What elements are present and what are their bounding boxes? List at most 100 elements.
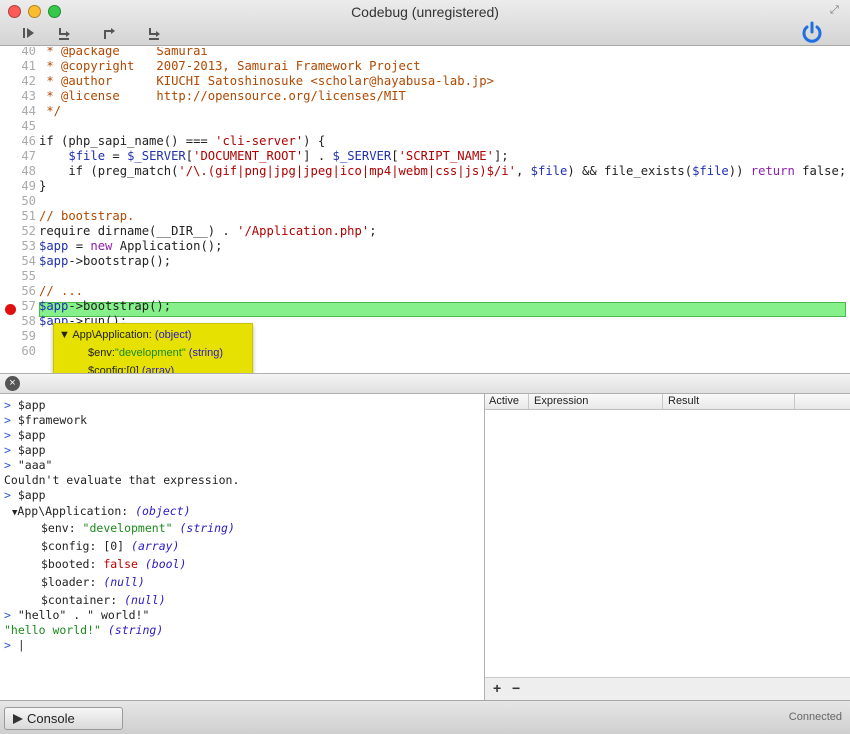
code-line[interactable]: 44 */	[0, 104, 850, 119]
line-number[interactable]: 55	[21, 269, 36, 283]
code-text: $app->bootstrap();	[39, 254, 172, 268]
line-number[interactable]: 50	[21, 194, 36, 208]
step-out-icon	[104, 28, 115, 39]
console-result: "hello world!" (string)	[4, 623, 164, 637]
line-number[interactable]: 59	[21, 329, 36, 343]
step-out-button[interactable]	[98, 22, 120, 44]
console-line: > "aaa"	[4, 458, 53, 472]
code-text: $file = $_SERVER['DOCUMENT_ROOT'] . $_SE…	[68, 149, 509, 163]
app-window: Codebug (unregistered) ⤢ 40 * @package S…	[0, 0, 850, 734]
code-text: * @license http://opensource.org/license…	[39, 89, 406, 103]
code-line[interactable]: 42 * @author KIUCHI Satoshinosuke <schol…	[0, 74, 850, 89]
line-number[interactable]: 58	[21, 314, 36, 328]
code-text: if (preg_match('/\.(gif|png|jpg|jpeg|ico…	[39, 164, 847, 178]
remove-watch-button[interactable]: −	[512, 680, 520, 696]
code-text: // bootstrap.	[39, 209, 135, 223]
console-object-prop: $booted: false (bool)	[41, 557, 187, 571]
code-line[interactable]: 40 * @package Samurai	[0, 47, 850, 59]
column-result[interactable]: Result	[668, 395, 699, 407]
line-number[interactable]: 52	[21, 224, 36, 238]
code-line[interactable]: 57 $app->bootstrap();	[0, 299, 850, 314]
step-over-button[interactable]	[53, 22, 75, 44]
line-number[interactable]: 42	[21, 74, 36, 88]
console-line: > $app	[4, 428, 46, 442]
code-line[interactable]: 52 require dirname(__DIR__) . '/Applicati…	[0, 224, 850, 239]
code-text: if (php_sapi_name() === 'cli-server') {	[39, 134, 326, 148]
column-expression[interactable]: Expression	[534, 395, 588, 407]
title-bar: Codebug (unregistered) ⤢	[0, 0, 850, 46]
line-number[interactable]: 47	[21, 149, 36, 163]
line-number[interactable]: 60	[21, 344, 36, 358]
code-text: $app->bootstrap();	[39, 299, 172, 313]
power-icon[interactable]	[799, 20, 825, 46]
code-text: }	[39, 179, 47, 193]
code-line[interactable]: 56// ...	[0, 284, 850, 299]
console-toolbar: ×	[0, 373, 850, 394]
step-into-button[interactable]	[143, 22, 165, 44]
line-number[interactable]: 44	[21, 104, 36, 118]
line-number[interactable]: 53	[21, 239, 36, 253]
add-watch-button[interactable]: +	[493, 680, 501, 696]
continue-icon	[23, 28, 34, 38]
code-line[interactable]: 47 $file = $_SERVER['DOCUMENT_ROOT'] . $…	[0, 149, 850, 164]
watch-footer: + −	[485, 677, 850, 700]
console-output[interactable]: > $app > $framework > $app > $app > "aaa" Cou…	[0, 394, 484, 700]
column-active[interactable]: Active	[489, 395, 519, 407]
code-text: // ...	[39, 284, 84, 298]
code-line[interactable]: 45	[0, 119, 850, 134]
code-text: require dirname(__DIR__) . '/Application…	[39, 224, 377, 238]
code-line[interactable]: 48 if (preg_match('/\.(gif|png|jpg|jpeg|…	[0, 164, 850, 179]
line-number[interactable]: 51	[21, 209, 36, 223]
connection-status: Connected	[788, 711, 842, 723]
code-line[interactable]: 51// bootstrap.	[0, 209, 850, 224]
line-number[interactable]: 48	[21, 164, 36, 178]
code-text: */	[39, 104, 62, 118]
step-over-icon	[59, 28, 70, 40]
console-object-prop: $env: "development" (string)	[41, 521, 235, 535]
status-bar: Console Connected	[0, 700, 850, 734]
line-number[interactable]: 56	[21, 284, 36, 298]
variable-tooltip: ▼ App\Application: (object) $env:"develo…	[53, 323, 253, 373]
console-line: > $framework	[4, 413, 88, 427]
code-line[interactable]: 46 if (php_sapi_name() === 'cli-server') …	[0, 134, 850, 149]
code-text: * @package Samurai	[39, 47, 208, 58]
play-icon	[13, 714, 23, 724]
code-line[interactable]: 53 $app = new Application();	[0, 239, 850, 254]
line-number[interactable]: 45	[21, 119, 36, 133]
line-number[interactable]: 40	[21, 47, 36, 58]
clear-console-icon[interactable]: ×	[5, 376, 20, 391]
console-object-prop: $config: [0] (array)	[41, 539, 180, 553]
tooltip-prop: $config:[0] (array)	[88, 365, 175, 373]
watch-header: Active Expression Result	[485, 394, 850, 410]
line-number[interactable]: 49	[21, 179, 36, 193]
console-input[interactable]: > |	[4, 638, 25, 652]
line-number[interactable]: 57	[21, 299, 36, 313]
console-object-prop: $container: (null)	[41, 593, 166, 607]
fullscreen-icon[interactable]: ⤢	[830, 4, 844, 18]
disclosure-triangle-icon[interactable]: ▼	[59, 329, 70, 341]
watch-panel: Active Expression Result + −	[484, 394, 850, 700]
console-line: > $app	[4, 488, 46, 502]
code-line[interactable]: 55	[0, 269, 850, 284]
continue-button[interactable]	[18, 22, 40, 44]
code-line[interactable]: 41 * @copyright 2007-2013, Samurai Frame…	[0, 59, 850, 74]
tooltip-object-row[interactable]: ▼ App\Application: (object)	[59, 329, 192, 341]
code-text: * @copyright 2007-2013, Samurai Framewor…	[39, 59, 421, 73]
line-number[interactable]: 43	[21, 89, 36, 103]
tooltip-prop: $env:"development" (string)	[88, 347, 223, 359]
code-editor[interactable]: 40 * @package Samurai 41 * @copyright 200…	[0, 47, 850, 373]
console-line: > $app	[4, 398, 46, 412]
line-number[interactable]: 46	[21, 134, 36, 148]
code-line[interactable]: 50	[0, 194, 850, 209]
console-button[interactable]: Console	[4, 707, 123, 730]
step-into-icon	[149, 28, 160, 40]
code-line[interactable]: 49}	[0, 179, 850, 194]
console-object-row[interactable]: ▼App\Application: (object)	[12, 504, 191, 518]
code-line[interactable]: 54 $app->bootstrap();	[0, 254, 850, 269]
window-title: Codebug (unregistered)	[351, 4, 499, 20]
line-number[interactable]: 41	[21, 59, 36, 73]
line-number[interactable]: 54	[21, 254, 36, 268]
code-line[interactable]: 43 * @license http://opensource.org/lice…	[0, 89, 850, 104]
console-line: Couldn't evaluate that expression.	[4, 473, 240, 487]
console-line: > "hello" . " world!"	[4, 608, 150, 622]
